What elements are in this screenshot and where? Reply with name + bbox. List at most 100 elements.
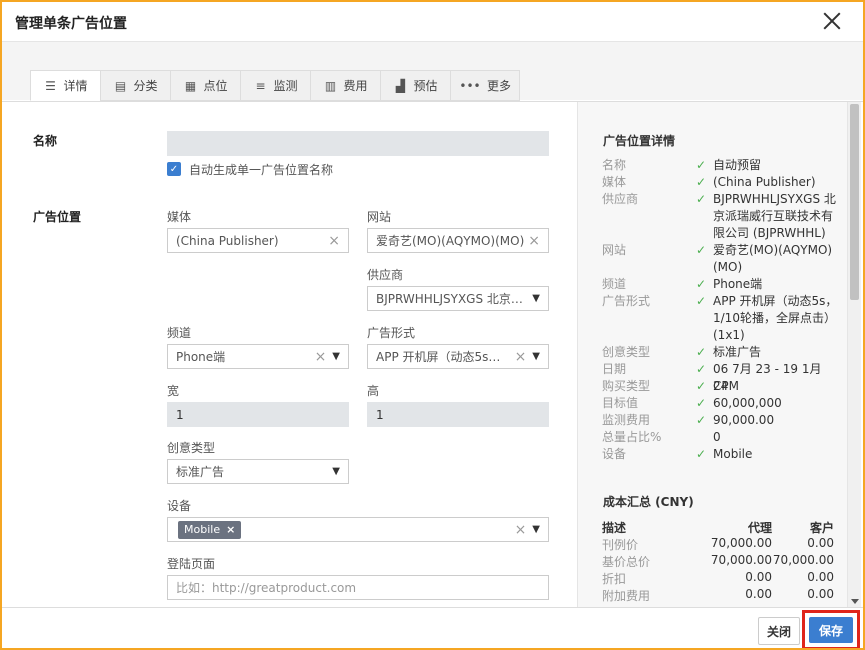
auto-name-label: 自动生成单一广告位置名称 [189, 163, 334, 177]
check-icon: ✓ [696, 362, 707, 376]
tab-details[interactable]: ☰ 详情 [30, 70, 100, 101]
tab-label: 更多 [486, 79, 511, 93]
chart-icon: ▟ [395, 78, 406, 93]
vendor-label: 供应商 [367, 268, 404, 282]
landing-input[interactable]: 比如：http://greatproduct.com [167, 575, 549, 600]
remove-tag-icon[interactable]: × [226, 523, 235, 536]
scrollbar-thumb[interactable] [850, 104, 859, 300]
cost-row: 基价总价 70,000.00 70,000.00 [602, 553, 834, 569]
dialog-body: 名称 ✓ 自动生成单一广告位置名称 广告位置 媒体 (China Publish… [2, 101, 863, 608]
check-icon: ✓ [696, 158, 707, 172]
name-label: 名称 [33, 134, 58, 148]
auto-name-checkbox[interactable]: ✓ [167, 162, 181, 176]
clear-icon[interactable]: × [515, 522, 527, 538]
device-tags: Mobile × [178, 520, 511, 539]
check-icon: ✓ [696, 345, 707, 359]
tab-monitor[interactable]: ≡ 监测 [240, 70, 310, 101]
check-icon: ✓ [696, 413, 707, 427]
tab-label: 监测 [273, 79, 298, 93]
cost-header: 描述 代理 客户 [602, 521, 834, 535]
channel-label: 频道 [167, 326, 192, 340]
more-icon: ••• [459, 78, 481, 93]
format-select[interactable]: APP 开机屏（动态5s，1/10轮播，全屏点击）(1x1) × ▼ [367, 344, 549, 369]
media-field[interactable]: (China Publisher) × [167, 228, 349, 253]
close-icon[interactable] [821, 10, 843, 32]
creative-value: 标准广告 [176, 465, 225, 479]
check-icon: ✓ [696, 277, 707, 291]
check-icon: ✓ [696, 243, 707, 257]
details-title: 广告位置详情 [603, 134, 676, 148]
check-icon: ✓ [696, 192, 707, 206]
form-panel: 名称 ✓ 自动生成单一广告位置名称 广告位置 媒体 (China Publish… [2, 102, 577, 608]
check-icon: ✓ [696, 379, 707, 393]
details-panel: 广告位置详情 名称 ✓ 自动预留 媒体 ✓ (China Publisher) 供应商 ✓… [577, 102, 847, 608]
channel-value: Phone端 [176, 350, 226, 364]
dialog: 管理单条广告位置 ☰ 详情 ▤ 分类 ▦ 点位 ≡ 监测 ▥ 费用 ▟ 预估 •… [2, 2, 863, 648]
width-value: 1 [176, 407, 184, 422]
clear-icon[interactable]: × [528, 233, 540, 249]
cost-row: 附加费用 0.00 0.00 [602, 587, 834, 603]
chevron-down-icon: ▼ [532, 351, 540, 362]
chevron-down-icon: ▼ [532, 524, 540, 535]
tab-points[interactable]: ▦ 点位 [170, 70, 240, 101]
calendar-icon: ▦ [184, 78, 197, 93]
landing-placeholder: 比如：http://greatproduct.com [176, 581, 357, 595]
vendor-select[interactable]: BJPRWHHLJSYXGS 北京派瑞威行互联技术有限公司 (BJPRWHHL)… [367, 286, 549, 311]
creative-label: 创意类型 [167, 441, 216, 455]
close-button[interactable]: 关闭 [758, 617, 800, 645]
device-label: 设备 [167, 499, 192, 513]
site-label: 网站 [367, 210, 392, 224]
width-label: 宽 [167, 384, 180, 398]
cost-row: 刊例价 70,000.00 0.00 [602, 536, 834, 552]
creative-select[interactable]: 标准广告 ▼ [167, 459, 349, 484]
tab-label: 费用 [343, 79, 368, 93]
format-label: 广告形式 [367, 326, 416, 340]
height-label: 高 [367, 384, 380, 398]
chevron-down-icon: ▼ [332, 466, 340, 477]
dialog-footer: 关闭 保存 [2, 607, 863, 648]
tab-category[interactable]: ▤ 分类 [100, 70, 170, 101]
placement-label: 广告位置 [33, 210, 82, 224]
height-input[interactable]: 1 [367, 402, 549, 427]
width-input[interactable]: 1 [167, 402, 349, 427]
format-value: APP 开机屏（动态5s，1/10轮播，全屏点击）(1x1) [376, 350, 511, 364]
cost-title: 成本汇总 (CNY) [603, 495, 694, 509]
check-icon: ✓ [696, 396, 707, 410]
site-value: 爱奇艺(MO)(AQYMO)(MO) [376, 234, 525, 248]
clear-icon[interactable]: × [515, 349, 527, 365]
cost-row: 折扣 0.00 0.00 [602, 570, 834, 586]
clear-icon[interactable]: × [328, 233, 340, 249]
dialog-title: 管理单条广告位置 [15, 16, 127, 32]
channel-select[interactable]: Phone端 × ▼ [167, 344, 349, 369]
save-highlight: 保存 [802, 610, 860, 648]
tab-more[interactable]: ••• 更多 [450, 70, 520, 101]
media-label: 媒体 [167, 210, 192, 224]
chevron-down-icon: ▼ [532, 293, 540, 304]
device-select[interactable]: Mobile × × ▼ [167, 517, 549, 542]
chevron-down-icon: ▼ [332, 351, 340, 362]
check-icon: ✓ [696, 175, 707, 189]
scroll-down-icon[interactable] [851, 599, 859, 604]
scrollbar[interactable] [847, 102, 861, 608]
name-input[interactable] [167, 131, 549, 156]
media-value: (China Publisher) [176, 233, 279, 248]
clear-icon[interactable]: × [315, 349, 327, 365]
tab-estimate[interactable]: ▟ 预估 [380, 70, 450, 101]
category-icon: ▤ [114, 78, 127, 93]
device-tag: Mobile × [178, 520, 242, 539]
calculator-icon: ▥ [324, 78, 337, 93]
dialog-header: 管理单条广告位置 [2, 2, 863, 42]
site-field[interactable]: 爱奇艺(MO)(AQYMO)(MO) × [367, 228, 549, 253]
landing-label: 登陆页面 [167, 557, 216, 571]
tab-cost[interactable]: ▥ 费用 [310, 70, 380, 101]
check-icon: ✓ [696, 294, 707, 308]
database-icon: ≡ [255, 78, 266, 93]
tab-label: 点位 [203, 79, 228, 93]
vendor-value: BJPRWHHLJSYXGS 北京派瑞威行互联技术有限公司 (BJPRWHHL) [376, 292, 526, 306]
height-value: 1 [376, 407, 384, 422]
tab-label: 预估 [413, 79, 438, 93]
device-tag-label: Mobile [184, 523, 221, 536]
tab-bar: ☰ 详情 ▤ 分类 ▦ 点位 ≡ 监测 ▥ 费用 ▟ 预估 ••• 更多 [30, 70, 520, 101]
save-button[interactable]: 保存 [809, 617, 853, 643]
check-icon: ✓ [696, 447, 707, 461]
